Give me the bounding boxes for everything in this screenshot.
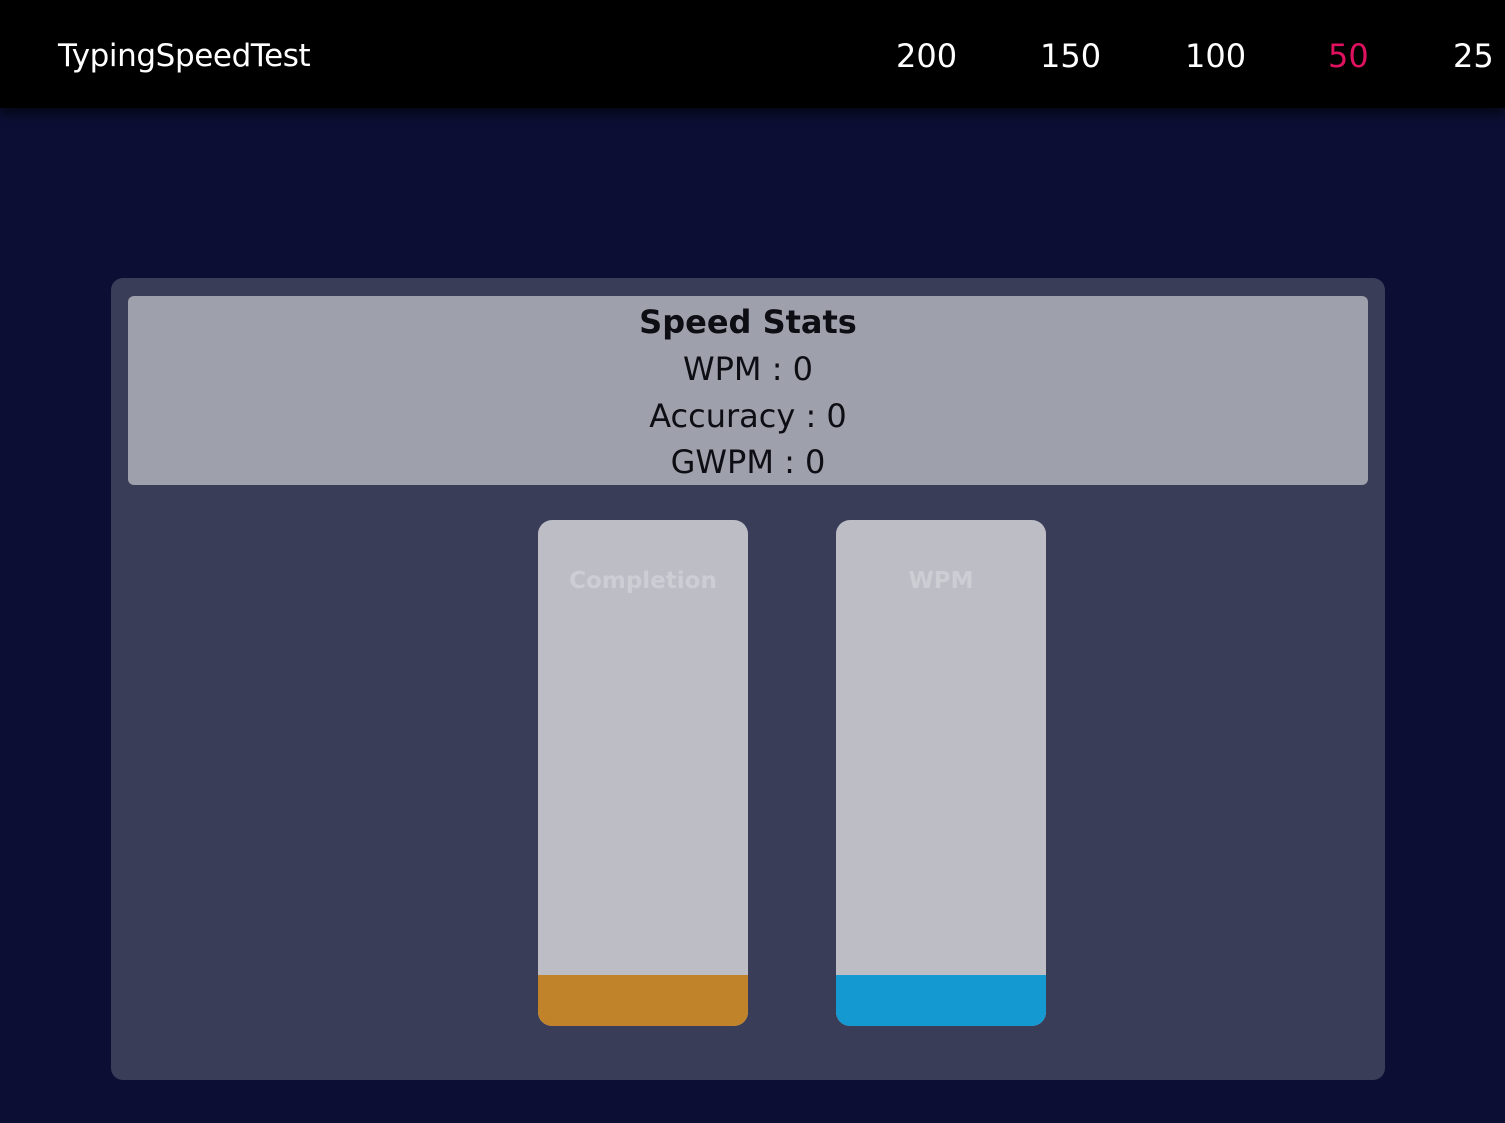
gwpm-stat: GWPM : 0	[670, 443, 826, 481]
word-count-option-50[interactable]: 50	[1328, 36, 1369, 76]
completion-bar: Completion	[538, 520, 748, 1026]
wpm-bar: WPM	[836, 520, 1046, 1026]
completion-bar-fill	[538, 975, 748, 1026]
speed-stats-title: Speed Stats	[639, 303, 857, 341]
app-brand[interactable]: TypingSpeedTest	[58, 36, 311, 76]
completion-bar-label: Completion	[569, 568, 717, 594]
stats-panel: Speed Stats WPM : 0 Accuracy : 0 GWPM : …	[111, 278, 1385, 1080]
wpm-bar-fill	[836, 975, 1046, 1026]
word-count-option-150[interactable]: 150	[1040, 36, 1101, 76]
wpm-bar-label: WPM	[908, 568, 974, 594]
word-count-option-25[interactable]: 25	[1453, 36, 1494, 76]
wpm-stat: WPM : 0	[682, 350, 814, 388]
word-count-option-100[interactable]: 100	[1185, 36, 1246, 76]
top-navbar: TypingSpeedTest 200 150 100 50 25	[0, 0, 1505, 108]
accuracy-stat: Accuracy : 0	[649, 397, 847, 435]
speed-stats-box: Speed Stats WPM : 0 Accuracy : 0 GWPM : …	[128, 296, 1368, 485]
word-count-option-200[interactable]: 200	[896, 36, 957, 76]
